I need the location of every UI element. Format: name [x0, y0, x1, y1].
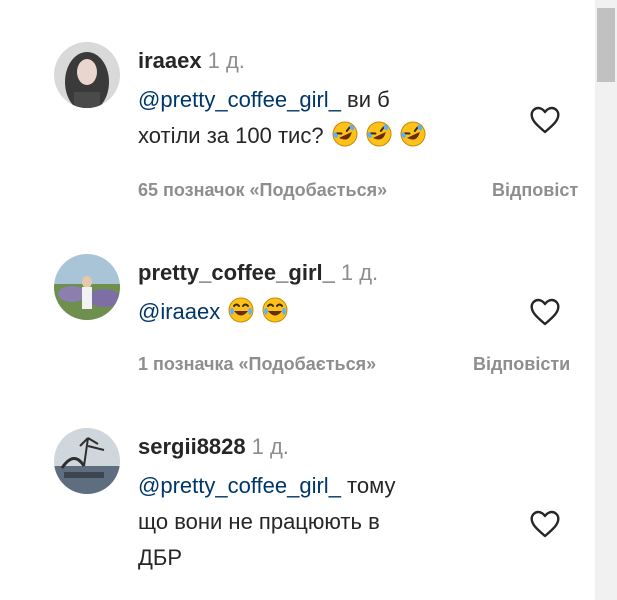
timestamp[interactable]: 1 д. — [341, 260, 378, 285]
comment-text-line: тому — [340, 473, 396, 498]
comment-header: iraaex 1 д. — [138, 48, 245, 74]
scrollbar-thumb[interactable] — [597, 8, 615, 82]
comment-text-line: ДБР — [138, 545, 183, 570]
rolling-on-floor-laughing-emoji — [332, 121, 358, 147]
timestamp[interactable]: 1 д. — [252, 434, 289, 459]
comment-header: pretty_coffee_girl_ 1 д. — [138, 260, 378, 286]
comment-text: @iraaex — [138, 294, 288, 330]
reply-button[interactable]: Відповісти — [473, 354, 570, 375]
comment-text: @pretty_coffee_girl_ ви б хотіли за 100 … — [138, 82, 426, 154]
mention-link[interactable]: @iraaex — [138, 299, 220, 324]
heart-outline-icon[interactable] — [528, 296, 562, 328]
scrollbar[interactable] — [595, 0, 617, 600]
comment-meta: 1 позначка «Подобається» Відповісти — [138, 354, 570, 375]
face-with-tears-of-joy-emoji — [262, 297, 288, 323]
comment-text-line: ви б — [340, 87, 390, 112]
avatar[interactable] — [54, 42, 120, 108]
reply-button[interactable]: Відповіст — [492, 180, 578, 201]
likes-count[interactable]: 1 позначка «Подобається» — [138, 354, 376, 374]
username[interactable]: sergii8828 — [138, 434, 246, 459]
comment-text: @pretty_coffee_girl_ тому що вони не пра… — [138, 468, 396, 576]
username[interactable]: iraaex — [138, 48, 202, 73]
comment-meta: 65 позначок «Подобається» Відповіст — [138, 180, 578, 201]
username[interactable]: pretty_coffee_girl_ — [138, 260, 335, 285]
comment-header: sergii8828 1 д. — [138, 434, 289, 460]
rolling-on-floor-laughing-emoji — [400, 121, 426, 147]
avatar[interactable] — [54, 428, 120, 494]
timestamp[interactable]: 1 д. — [208, 48, 245, 73]
comment-text-line: що вони не працюють в — [138, 509, 380, 534]
mention-link[interactable]: @pretty_coffee_girl_ — [138, 87, 341, 112]
mention-link[interactable]: @pretty_coffee_girl_ — [138, 473, 341, 498]
face-with-tears-of-joy-emoji — [228, 297, 254, 323]
avatar[interactable] — [54, 254, 120, 320]
likes-count[interactable]: 65 позначок «Подобається» — [138, 180, 387, 200]
comment-text-line: хотіли за 100 тис? — [138, 123, 324, 148]
heart-outline-icon[interactable] — [528, 104, 562, 136]
rolling-on-floor-laughing-emoji — [366, 121, 392, 147]
heart-outline-icon[interactable] — [528, 508, 562, 540]
